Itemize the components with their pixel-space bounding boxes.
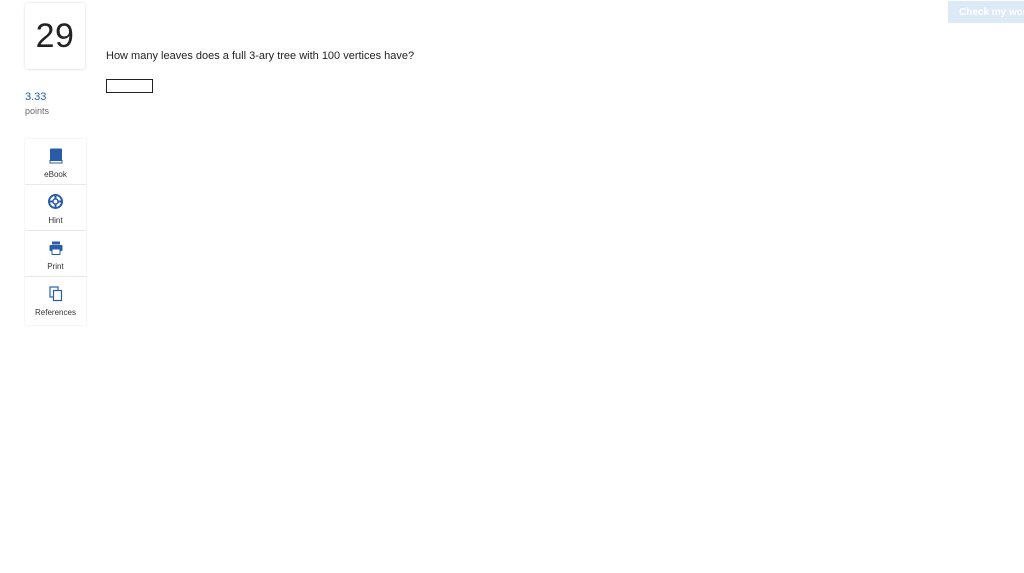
points-label: points [25, 106, 50, 116]
tool-hint[interactable]: Hint [25, 185, 86, 231]
check-my-work-button[interactable]: Check my work [948, 1, 1024, 23]
printer-icon [48, 239, 64, 256]
tool-print[interactable]: Print [25, 231, 86, 277]
question-page: Check my work 29 3.33 points eBook [0, 0, 1024, 573]
lifebuoy-icon [48, 193, 64, 210]
book-icon [48, 147, 64, 164]
points-value: 3.33 [25, 91, 47, 103]
tool-references[interactable]: References [25, 277, 86, 323]
tool-label-ebook: eBook [44, 170, 67, 179]
question-number-card: 29 [25, 3, 85, 69]
tools-panel: eBook Hint Print References [25, 139, 86, 325]
tool-ebook[interactable]: eBook [25, 139, 86, 185]
question-number: 29 [35, 16, 75, 55]
answer-input[interactable] [106, 79, 153, 93]
question-text: How many leaves does a full 3-ary tree w… [106, 50, 415, 62]
copy-icon [48, 285, 64, 302]
tool-label-print: Print [47, 262, 64, 271]
tool-label-hint: Hint [48, 216, 63, 225]
tool-label-references: References [35, 308, 76, 317]
